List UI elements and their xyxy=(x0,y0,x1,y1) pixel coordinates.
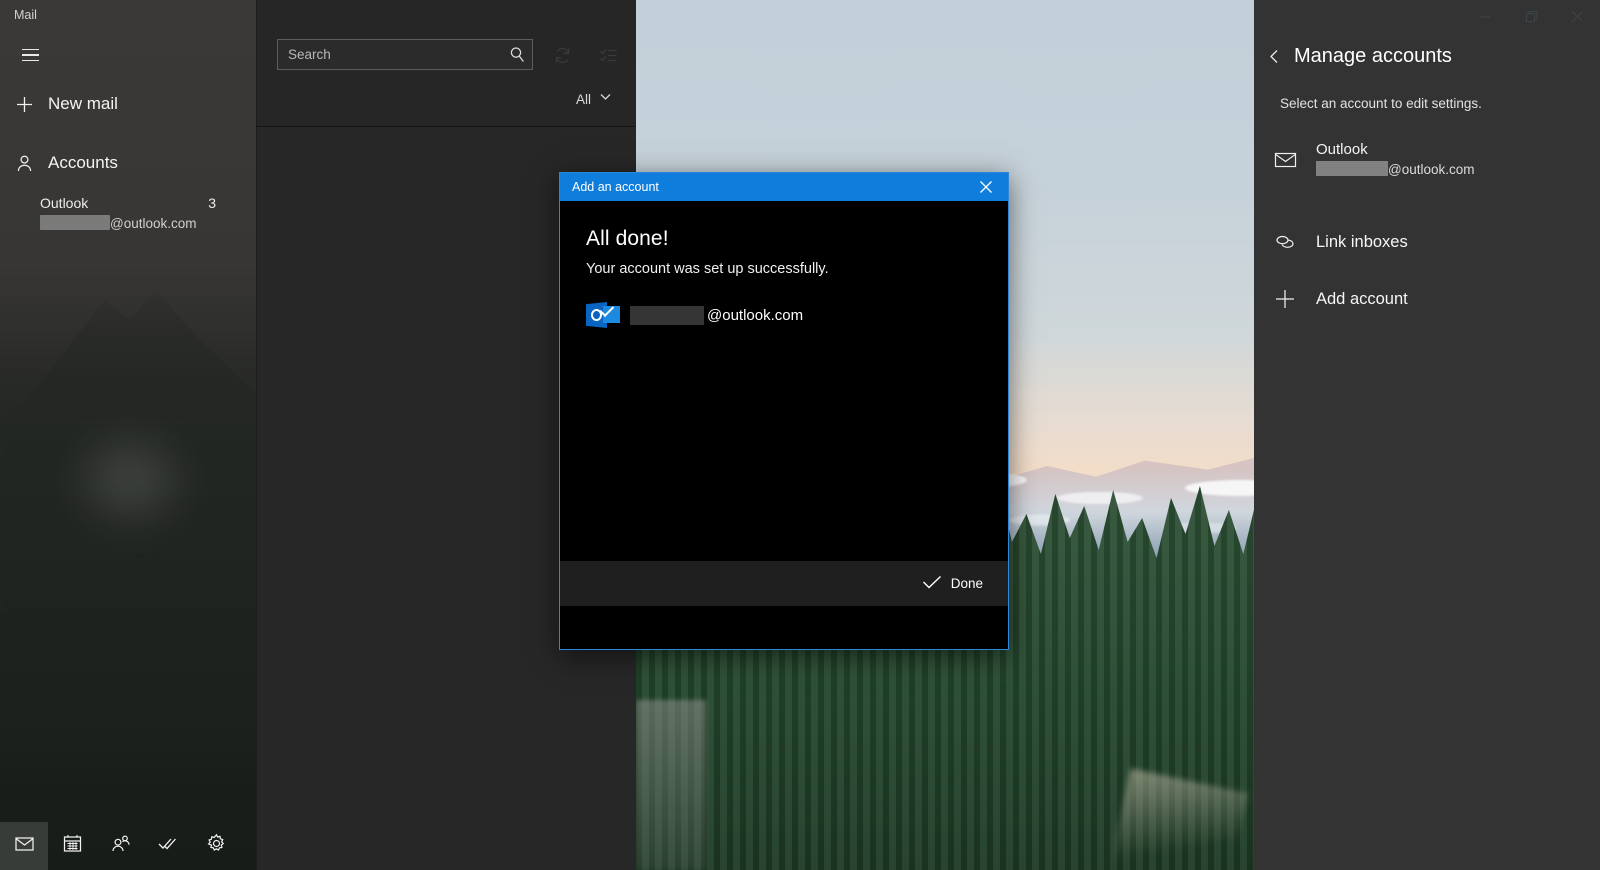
add-account-label: Add account xyxy=(1316,289,1408,308)
app-title: Mail xyxy=(14,8,37,22)
switcher-people-button[interactable] xyxy=(96,822,144,870)
dialog-footer: Done xyxy=(560,561,1008,606)
filter-dropdown[interactable]: All xyxy=(576,90,612,108)
new-mail-button[interactable]: New mail xyxy=(0,84,256,124)
sync-refresh-icon[interactable] xyxy=(547,41,577,69)
account-unread-count: 3 xyxy=(208,195,216,211)
navigation-rail: Mail New mail Accounts Outlook 3 @outloo… xyxy=(0,0,256,870)
checkmark-icon xyxy=(922,574,942,593)
link-inboxes-icon xyxy=(1254,232,1316,253)
add-account-dialog: Add an account All done! Your account wa… xyxy=(559,172,1009,650)
manage-accounts-flyout: Manage accounts Select an account to edi… xyxy=(1254,0,1600,870)
flyout-header: Manage accounts xyxy=(1254,38,1600,74)
people-icon xyxy=(110,833,131,859)
gear-icon xyxy=(206,833,227,859)
plus-icon xyxy=(1254,288,1316,310)
flyout-subtitle: Select an account to edit settings. xyxy=(1280,96,1482,111)
close-icon[interactable] xyxy=(1554,0,1600,32)
flyout-account-name: Outlook xyxy=(1316,141,1368,158)
maximize-restore-icon[interactable] xyxy=(1508,0,1554,32)
double-check-icon xyxy=(157,833,179,859)
close-icon[interactable] xyxy=(964,173,1008,201)
plus-icon xyxy=(0,95,48,114)
dialog-heading: All done! xyxy=(586,227,669,250)
select-all-checklist-icon[interactable] xyxy=(593,41,623,69)
account-email: @outlook.com xyxy=(40,215,197,231)
dialog-subtitle: Your account was set up successfully. xyxy=(586,261,829,277)
search-box[interactable] xyxy=(277,39,533,70)
window-title-bar xyxy=(1254,0,1600,32)
link-inboxes-button[interactable]: Link inboxes xyxy=(1254,216,1600,268)
screen: Mail New mail Accounts Outlook 3 @outloo… xyxy=(0,0,1600,870)
search-input[interactable] xyxy=(278,47,502,62)
flyout-title: Manage accounts xyxy=(1294,44,1452,67)
redacted-username xyxy=(40,215,110,230)
account-name: Outlook xyxy=(40,195,89,211)
person-icon xyxy=(0,154,48,173)
sidebar-item-accounts[interactable]: Accounts xyxy=(0,143,256,183)
switcher-todo-button[interactable] xyxy=(144,822,192,870)
dialog-account-row: @outlook.com xyxy=(586,301,1008,329)
done-button[interactable]: Done xyxy=(913,569,992,598)
flyout-account-email: @outlook.com xyxy=(1316,161,1475,177)
account-list-item-outlook[interactable]: Outlook 3 @outlook.com xyxy=(0,192,256,236)
filter-label: All xyxy=(575,91,591,107)
app-switcher-bar xyxy=(0,822,256,870)
flyout-account-domain: @outlook.com xyxy=(1388,162,1475,177)
dialog-account-email: @outlook.com xyxy=(630,305,804,325)
rock-face xyxy=(636,700,706,870)
mail-app-window: Mail New mail Accounts Outlook 3 @outloo… xyxy=(0,0,636,870)
link-inboxes-label: Link inboxes xyxy=(1316,232,1408,251)
envelope-icon xyxy=(1254,150,1316,169)
calendar-icon xyxy=(62,833,83,859)
switcher-calendar-button[interactable] xyxy=(48,822,96,870)
redacted-username xyxy=(630,305,704,325)
new-mail-label: New mail xyxy=(48,94,118,113)
chevron-left-icon[interactable] xyxy=(1254,38,1294,74)
flyout-account-item-outlook[interactable]: Outlook @outlook.com xyxy=(1254,132,1600,186)
search-icon[interactable] xyxy=(502,46,532,63)
dialog-title: Add an account xyxy=(572,180,659,194)
chevron-down-icon xyxy=(599,90,612,108)
add-account-button[interactable]: Add account xyxy=(1254,273,1600,325)
accounts-label: Accounts xyxy=(48,153,118,172)
switcher-mail-button[interactable] xyxy=(0,822,48,870)
dialog-account-domain: @outlook.com xyxy=(707,306,804,324)
account-email-domain: @outlook.com xyxy=(110,216,197,231)
minimize-icon[interactable] xyxy=(1462,0,1508,32)
dialog-title-bar: Add an account xyxy=(560,173,1008,201)
done-button-label: Done xyxy=(950,576,983,591)
redacted-username xyxy=(1316,161,1388,176)
dialog-body: All done! Your account was set up succes… xyxy=(560,201,1008,606)
switcher-settings-button[interactable] xyxy=(192,822,240,870)
mail-icon xyxy=(14,833,35,859)
outlook-logo-icon xyxy=(586,301,620,329)
hamburger-menu-icon[interactable] xyxy=(8,38,52,72)
